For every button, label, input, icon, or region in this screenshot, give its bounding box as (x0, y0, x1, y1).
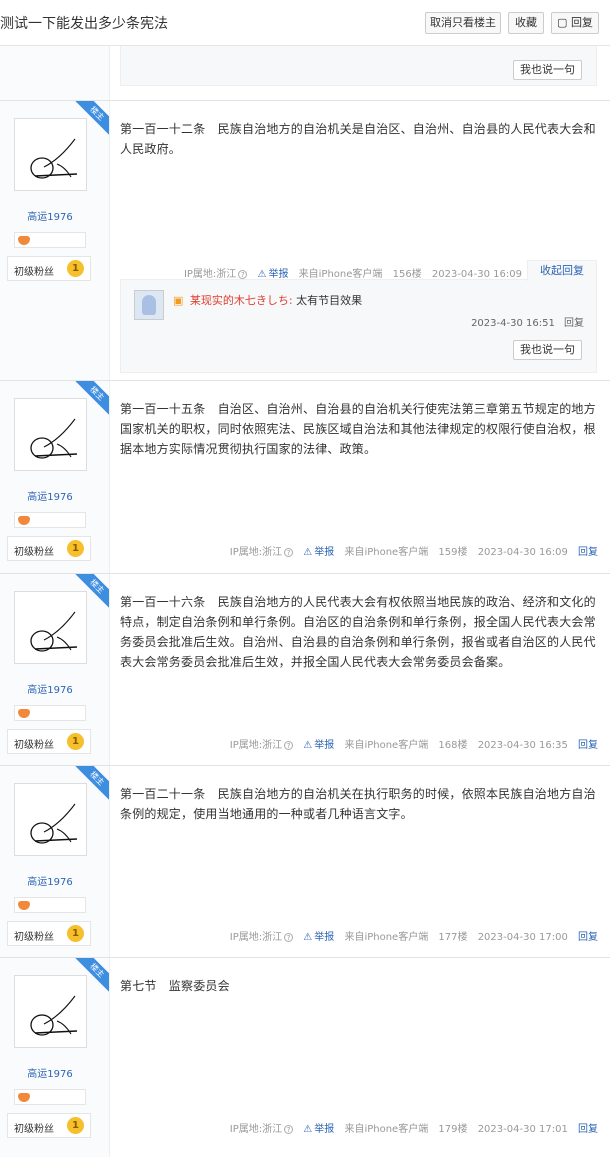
source-text: 来自iPhone客户端 (344, 1124, 429, 1135)
prev-comment-box: 我也说一句 (120, 46, 597, 86)
fan-level[interactable]: 初级粉丝 1 (7, 536, 91, 561)
comment-item: 某现实的木七きしち: 太有节目效果 (173, 292, 362, 308)
user-icons (14, 1089, 86, 1105)
reply-link[interactable]: 回复 (578, 547, 598, 558)
post-content: 第七节 监察委员会 (120, 979, 230, 993)
level-star-icon: 1 (67, 260, 84, 277)
help-icon[interactable]: ? (238, 270, 248, 279)
floor-number: 168楼 (438, 740, 468, 751)
post-meta: IP属地:浙江? 举报 来自iPhone客户端 156楼 2023-04-30 … (177, 265, 522, 280)
thread-header: 测试一下能发出多少条宪法 取消只看楼主 收藏 ▢ 回复 (0, 0, 610, 46)
post-content: 第一百一十二条 民族自治地方的自治机关是自治区、自治州、自治县的人民代表大会和人… (120, 122, 596, 156)
say-something-button[interactable]: 我也说一句 (513, 340, 582, 360)
author-panel: 楼主 高运1976 初级粉丝 1 (0, 101, 110, 380)
report-link[interactable]: 举报 (303, 740, 334, 751)
comment-reply-link[interactable]: 回复 (564, 318, 584, 329)
medal-icon (18, 901, 30, 910)
medal-icon (18, 516, 30, 525)
comment-icon: ▢ (557, 16, 571, 29)
post-meta: IP属地:浙江? 举报 来自iPhone客户端 177楼 2023-04-30 … (223, 928, 598, 943)
collapse-reply-button[interactable]: 收起回复 (527, 260, 597, 281)
source-text: 来自iPhone客户端 (344, 740, 429, 751)
say-something-button[interactable]: 我也说一句 (513, 60, 582, 80)
post-meta: IP属地:浙江? 举报 来自iPhone客户端 179楼 2023-04-30 … (223, 1120, 598, 1135)
post-time: 2023-04-30 16:09 (477, 547, 568, 558)
reply-link[interactable]: 回复 (578, 1124, 598, 1135)
level-star-icon: 1 (67, 540, 84, 557)
fan-level[interactable]: 初级粉丝 1 (7, 729, 91, 754)
report-link[interactable]: 举报 (303, 1124, 334, 1135)
lz-badge: 楼主 (75, 766, 109, 800)
author-panel: 楼主 高运1976 初级粉丝 1 (0, 958, 110, 1157)
medal-icon (18, 1093, 30, 1102)
lz-badge: 楼主 (75, 381, 109, 415)
comment-time: 2023-4-30 16:51 (471, 318, 555, 329)
reply-link[interactable]: 回复 (578, 740, 598, 751)
comment-text: 太有节目效果 (296, 294, 363, 307)
user-icons (14, 705, 86, 721)
lz-badge: 楼主 (75, 958, 109, 992)
floor-number: 179楼 (438, 1124, 468, 1135)
post-time: 2023-04-30 17:00 (477, 932, 568, 943)
report-link[interactable]: 举报 (303, 932, 334, 943)
help-icon[interactable]: ? (284, 1125, 294, 1134)
comment-box: 收起回复 某现实的木七きしち: 太有节目效果 2023-4-30 16:51 回… (120, 260, 597, 373)
comment-avatar[interactable] (134, 290, 164, 320)
user-icons (14, 232, 86, 248)
username[interactable]: 高运1976 (0, 681, 100, 696)
fan-level[interactable]: 初级粉丝 1 (7, 921, 91, 946)
report-link[interactable]: 举报 (303, 547, 334, 558)
username[interactable]: 高运1976 (0, 1065, 100, 1080)
post-159: 楼主 高运1976 初级粉丝 1 第一百一十五条 自治区、自治州、自治县的自治机… (0, 380, 610, 573)
help-icon[interactable]: ? (284, 548, 294, 557)
post-content: 第一百二十一条 民族自治地方的自治机关在执行职务的时候，依照本民族自治地方自治条… (120, 787, 596, 821)
comment-username[interactable]: 某现实的木七きしち (190, 294, 289, 307)
post-time: 2023-04-30 16:35 (477, 740, 568, 751)
user-icons (14, 512, 86, 528)
level-star-icon: 1 (67, 733, 84, 750)
post-168: 楼主 高运1976 初级粉丝 1 第一百一十六条 民族自治地方的人民代表大会有权… (0, 573, 610, 765)
post-content: 第一百一十五条 自治区、自治州、自治县的自治机关行使宪法第三章第五节规定的地方国… (120, 402, 596, 456)
prev-author-column (0, 46, 110, 100)
floor-number: 159楼 (438, 547, 468, 558)
username[interactable]: 高运1976 (0, 208, 100, 223)
author-panel: 楼主 高运1976 初级粉丝 1 (0, 766, 110, 957)
post-meta: IP属地:浙江? 举报 来自iPhone客户端 159楼 2023-04-30 … (223, 543, 598, 558)
post-177: 楼主 高运1976 初级粉丝 1 第一百二十一条 民族自治地方的自治机关在执行职… (0, 765, 610, 957)
help-icon[interactable]: ? (284, 741, 294, 750)
author-panel: 楼主 高运1976 初级粉丝 1 (0, 574, 110, 765)
cancel-only-lz-button[interactable]: 取消只看楼主 (425, 12, 501, 34)
fan-level[interactable]: 初级粉丝 1 (7, 256, 91, 281)
level-star-icon: 1 (67, 1117, 84, 1134)
post-content: 第一百一十六条 民族自治地方的人民代表大会有权依照当地民族的政治、经济和文化的特… (120, 595, 596, 669)
level-star-icon: 1 (67, 925, 84, 942)
author-panel: 楼主 高运1976 初级粉丝 1 (0, 381, 110, 573)
medal-icon (18, 709, 30, 718)
post-meta: IP属地:浙江? 举报 来自iPhone客户端 168楼 2023-04-30 … (223, 736, 598, 751)
reply-thread-button[interactable]: ▢ 回复 (551, 12, 599, 34)
username[interactable]: 高运1976 (0, 488, 100, 503)
fan-level[interactable]: 初级粉丝 1 (7, 1113, 91, 1138)
floor-number: 177楼 (438, 932, 468, 943)
reply-link[interactable]: 回复 (578, 932, 598, 943)
favorite-button[interactable]: 收藏 (508, 12, 544, 34)
user-icons (14, 897, 86, 913)
username[interactable]: 高运1976 (0, 873, 100, 888)
source-text: 来自iPhone客户端 (344, 932, 429, 943)
reply-thread-label: 回复 (570, 16, 593, 29)
medal-icon (18, 236, 30, 245)
post-156: 楼主 高运1976 初级粉丝 1 第一百一十二条 民族自治地方的自治机关是自治区… (0, 100, 610, 380)
post-179: 楼主 高运1976 初级粉丝 1 第七节 监察委员会 IP属地:浙江? 举报 来… (0, 957, 610, 1157)
post-time: 2023-04-30 17:01 (477, 1124, 568, 1135)
comment-meta: 2023-4-30 16:51 回复 (465, 314, 584, 329)
lz-badge: 楼主 (75, 574, 109, 608)
thread-title: 测试一下能发出多少条宪法 (0, 16, 168, 32)
help-icon[interactable]: ? (284, 933, 294, 942)
lz-badge: 楼主 (75, 101, 109, 135)
source-text: 来自iPhone客户端 (344, 547, 429, 558)
